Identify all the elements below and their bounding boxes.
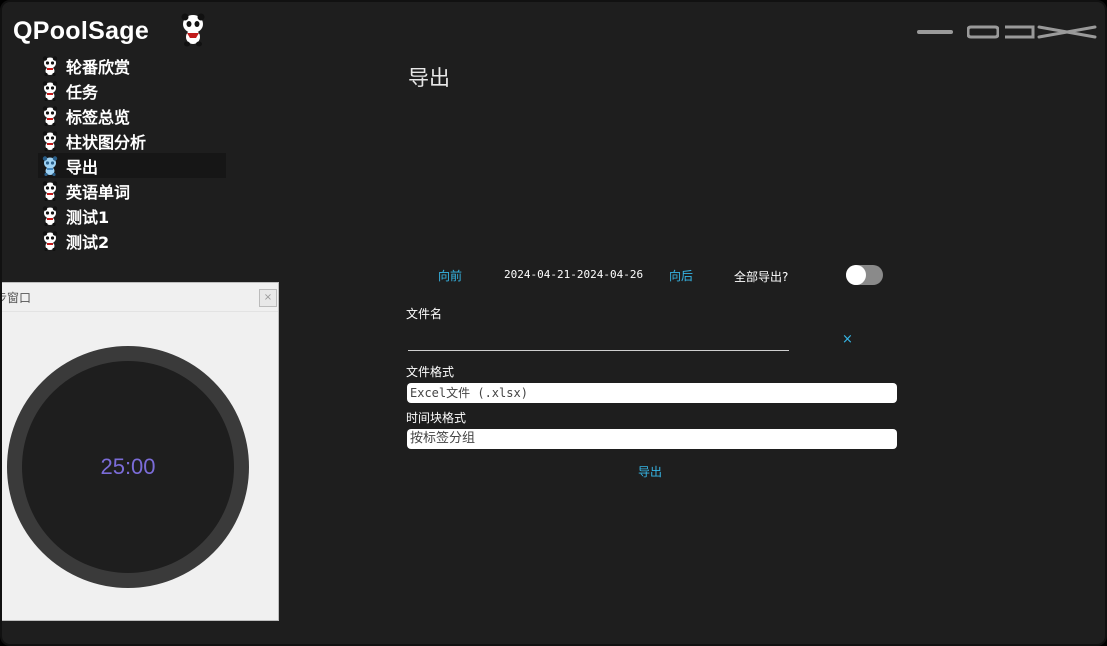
app-title: QPoolSage [13,17,150,45]
timer-text: 25:00 [100,454,156,479]
sidebar-item-label: 标签总览 [66,107,131,127]
timer-window[interactable]: 步窗口 × 25:00 [2,282,279,621]
main-window: QPoolSage 轮番欣赏 任务 标签总览 柱状图分析 导出 英语单词 测试1… [0,0,1107,646]
filename-input[interactable] [408,329,789,351]
panda-icon [42,105,58,126]
panda-icon [42,205,58,226]
sidebar-item-test1[interactable]: 测试1 [38,203,226,228]
file-format-select[interactable]: Excel文件 (.xlsx) [407,383,897,403]
timer-ring: 25:00 [7,346,249,588]
sidebar-item-tasks[interactable]: 任务 [38,78,226,103]
export-all-label: 全部导出? [734,270,789,284]
page-title: 导出 [408,66,450,90]
panda-icon [42,230,58,251]
panda-icon [42,155,58,176]
sidebar-item-label: 轮番欣赏 [66,57,131,77]
divider [2,311,278,312]
sidebar-item-bar-chart-analysis[interactable]: 柱状图分析 [38,128,226,153]
sidebar-item-label: 测试1 [66,207,110,227]
clear-icon[interactable]: × [842,332,853,347]
panda-logo-icon [181,13,205,47]
sidebar-item-label: 任务 [66,82,99,102]
timeblock-format-select[interactable]: 按标签分组 [407,429,897,449]
sidebar-item-tag-overview[interactable]: 标签总览 [38,103,226,128]
filename-label: 文件名 [406,307,443,321]
file-format-label: 文件格式 [406,365,455,379]
export-button[interactable]: 导出 [638,463,662,480]
sidebar-item-label: 导出 [66,157,99,177]
sidebar-nav: 轮番欣赏 任务 标签总览 柱状图分析 导出 英语单词 测试1 测试2 [38,53,226,253]
sidebar-item-label: 测试2 [66,232,110,252]
minimize-icon[interactable] [917,27,953,37]
panda-icon [42,80,58,101]
window-controls [903,22,1097,42]
export-all-toggle[interactable] [846,265,883,285]
close-icon[interactable]: × [259,289,277,307]
maximize-icon[interactable] [1003,25,1035,39]
prev-range-button[interactable]: 向前 [438,265,462,285]
date-range: 2024-04-21-2024-04-26 [504,268,644,281]
panda-icon [42,55,58,76]
close-icon[interactable] [1037,25,1097,39]
sidebar-item-label: 英语单词 [66,182,131,202]
panda-icon [42,180,58,201]
next-range-button[interactable]: 向后 [669,265,693,285]
panda-icon [42,130,58,151]
sidebar-item-carousel[interactable]: 轮番欣赏 [38,53,226,78]
restore-icon[interactable] [967,25,999,39]
timeblock-format-label: 时间块格式 [406,411,467,425]
toggle-knob [846,265,866,285]
sidebar-item-english-words[interactable]: 英语单词 [38,178,226,203]
sidebar-item-test2[interactable]: 测试2 [38,228,226,253]
sidebar-item-export[interactable]: 导出 [38,153,226,178]
timer-window-title: 步窗口 [2,291,32,305]
sidebar-item-label: 柱状图分析 [66,132,147,152]
